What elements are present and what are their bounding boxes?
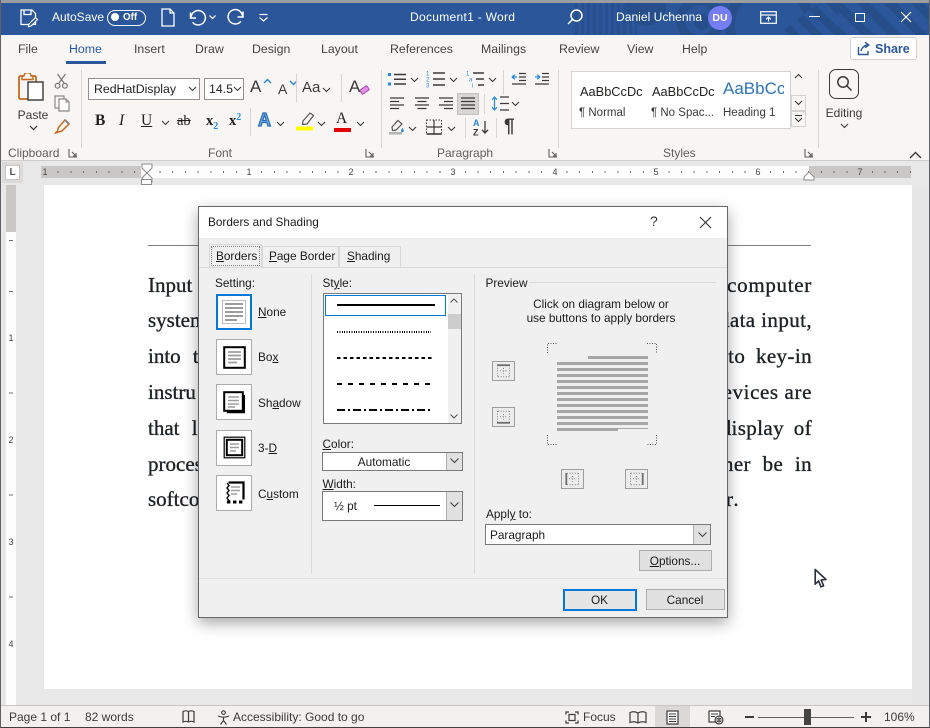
svg-text:i: i xyxy=(472,84,473,89)
svg-text:3: 3 xyxy=(426,84,430,89)
svg-text:A: A xyxy=(473,118,480,128)
svg-text:Z: Z xyxy=(473,128,479,137)
